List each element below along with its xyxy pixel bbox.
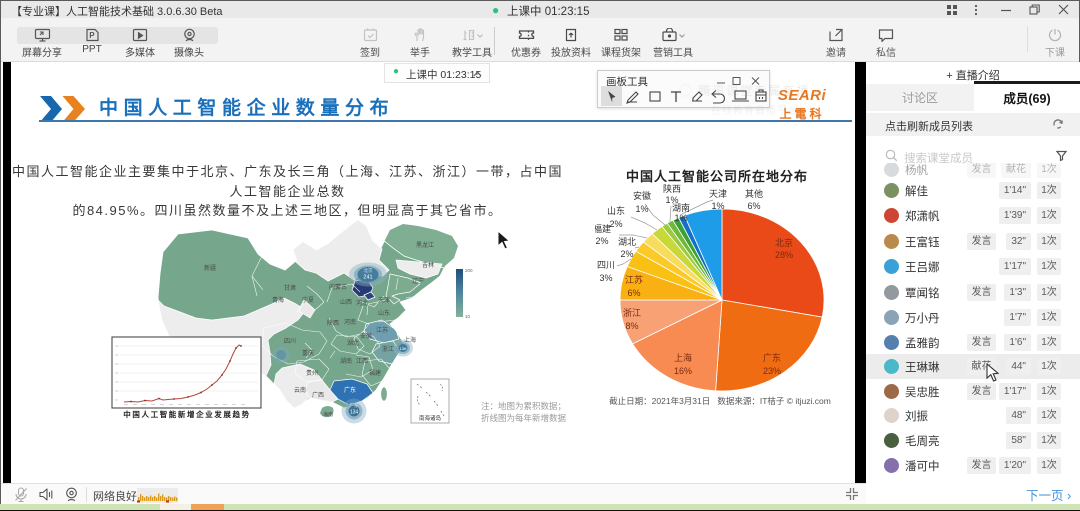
svg-text:200: 200	[465, 268, 473, 273]
svg-text:陕西: 陕西	[327, 319, 339, 327]
svg-text:内蒙古: 内蒙古	[329, 283, 347, 291]
svg-text:注：地图为累积数据；: 注：地图为累积数据；	[481, 401, 566, 411]
svg-text:2%: 2%	[609, 219, 622, 229]
svg-text:天津: 天津	[709, 189, 727, 199]
svg-text:2%: 2%	[620, 249, 633, 259]
svg-text:134: 134	[350, 410, 359, 416]
svg-text:四川: 四川	[597, 260, 615, 270]
svg-text:吉林: 吉林	[422, 261, 434, 269]
svg-text:安徽: 安徽	[360, 332, 372, 340]
svg-text:8%: 8%	[625, 321, 638, 331]
svg-text:河北: 河北	[356, 299, 368, 307]
svg-text:福建: 福建	[369, 369, 381, 377]
svg-text:湖南: 湖南	[340, 357, 352, 365]
svg-text:山东: 山东	[607, 205, 625, 216]
svg-text:广东: 广东	[763, 352, 781, 363]
svg-text:中国人工智能新增企业发展趋势: 中国人工智能新增企业发展趋势	[123, 409, 250, 419]
svg-text:黑龙江: 黑龙江	[416, 241, 434, 249]
svg-text:28%: 28%	[775, 250, 793, 260]
svg-text:云南: 云南	[294, 386, 306, 394]
svg-text:16%: 16%	[674, 366, 692, 376]
svg-text:中国人工智能公司所在地分布: 中国人工智能公司所在地分布	[626, 169, 808, 184]
svg-text:北京: 北京	[775, 237, 793, 248]
svg-text:浙江: 浙江	[382, 345, 394, 353]
svg-text:陕西: 陕西	[663, 183, 681, 194]
svg-text:P: P	[89, 31, 95, 40]
svg-text:136: 136	[400, 346, 407, 351]
svg-text:北京: 北京	[364, 267, 373, 274]
svg-text:3%: 3%	[599, 273, 612, 283]
svg-text:湖南: 湖南	[672, 202, 690, 213]
svg-text:辽宁: 辽宁	[412, 277, 424, 285]
svg-text:上海: 上海	[404, 336, 416, 344]
svg-text:浙江: 浙江	[623, 307, 641, 318]
svg-text:2%: 2%	[595, 236, 608, 246]
svg-text:6%: 6%	[747, 201, 760, 211]
svg-text:10: 10	[465, 314, 471, 319]
svg-text:湖北: 湖北	[347, 339, 359, 347]
svg-text:安徽: 安徽	[633, 190, 651, 201]
svg-text:241: 241	[363, 275, 372, 281]
svg-text:宁夏: 宁夏	[302, 296, 314, 304]
svg-text:1%: 1%	[711, 201, 724, 211]
svg-text:IT桔子: IT桔子	[809, 220, 840, 241]
svg-text:折线图为每年新增数据: 折线图为每年新增数据	[481, 413, 567, 423]
svg-text:天津: 天津	[378, 297, 390, 304]
svg-text:广东: 广东	[350, 402, 359, 409]
svg-text:广东: 广东	[344, 386, 356, 394]
svg-text:南海诸岛: 南海诸岛	[419, 414, 442, 422]
svg-text:四川: 四川	[284, 338, 296, 345]
svg-text:广西: 广西	[312, 391, 324, 399]
svg-text:青海: 青海	[272, 296, 284, 304]
svg-text:贵州: 贵州	[306, 369, 318, 377]
svg-text:江苏: 江苏	[376, 326, 388, 334]
svg-text:上海: 上海	[674, 352, 692, 363]
svg-text:山东: 山东	[378, 309, 390, 317]
svg-text:新疆: 新疆	[204, 264, 216, 272]
svg-text:其他: 其他	[745, 188, 763, 199]
svg-text:截止日期：2021年3月31日 数据来源：IT桔子 ©: 截止日期：2021年3月31日 数据来源：IT桔子 © itjuzi.com	[609, 396, 831, 406]
svg-text:23%: 23%	[763, 366, 781, 376]
svg-text:1%: 1%	[635, 204, 648, 214]
svg-text:湖北: 湖北	[618, 237, 636, 247]
svg-text:江西: 江西	[356, 358, 368, 365]
svg-text:河南: 河南	[344, 318, 356, 326]
svg-text:甘肃: 甘肃	[284, 284, 296, 292]
svg-text:1%: 1%	[674, 213, 687, 223]
svg-text:6%: 6%	[627, 288, 640, 298]
svg-text:重庆: 重庆	[302, 349, 314, 357]
svg-text:海南: 海南	[323, 411, 333, 418]
svg-text:江苏: 江苏	[625, 274, 643, 285]
svg-text:山西: 山西	[340, 298, 352, 306]
